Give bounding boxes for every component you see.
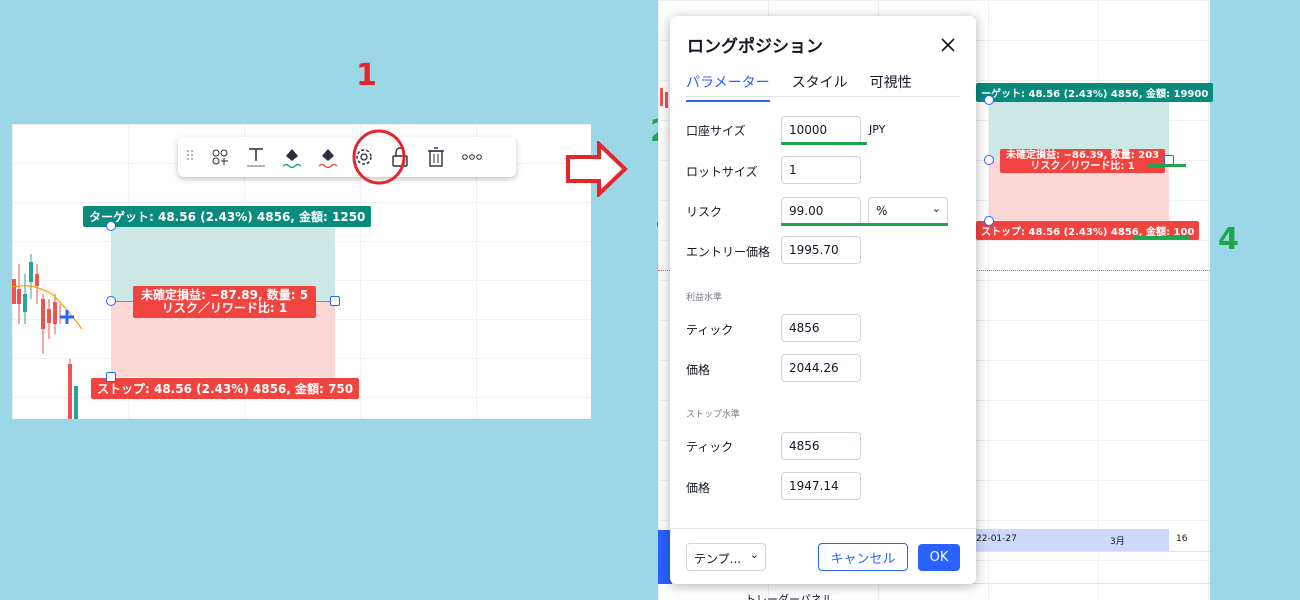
axis-day-label: 16 xyxy=(1176,534,1188,544)
profit-level-heading: 利益水準 xyxy=(686,293,723,303)
annotation-underline-4 xyxy=(1133,236,1189,239)
annotation-underline-2 xyxy=(781,142,867,145)
target-handle[interactable] xyxy=(106,221,116,231)
profit-price-input[interactable]: 2044.26 xyxy=(781,354,861,382)
account-size-label: 口座サイズ xyxy=(686,124,746,138)
tab-visibility[interactable]: 可視性 xyxy=(870,72,912,102)
annotation-underline-5 xyxy=(1148,164,1186,167)
rr-text: リスク／リワード比: 1 xyxy=(161,301,288,315)
right-stop-handle[interactable] xyxy=(984,216,994,226)
template-dropdown-label: テンプ... xyxy=(694,552,742,566)
entry-price-label: エントリー価格 xyxy=(686,245,771,259)
tabs-divider xyxy=(686,96,960,97)
more-icon[interactable] xyxy=(454,137,490,177)
line-color-icon[interactable] xyxy=(310,137,346,177)
text-icon[interactable] xyxy=(238,137,274,177)
stop-tick-input[interactable]: 4856 xyxy=(781,432,861,460)
cancel-button[interactable]: キャンセル xyxy=(818,543,908,571)
settings-dialog: ロングポジション パラメーター スタイル 可視性 口座サイズ 10000 JPY… xyxy=(670,16,976,584)
pnl-label[interactable]: 未確定損益: −87.89, 数量: 5 リスク／リワード比: 1 xyxy=(133,286,317,318)
highlight-circle xyxy=(352,129,406,185)
right-rr-text: リスク／リワード比: 1 xyxy=(1030,161,1135,172)
ok-button[interactable]: OK xyxy=(918,544,960,571)
right-pnl-text: 未確定損益: −86.39, 数量: 203 xyxy=(1006,150,1160,161)
entry-right-handle[interactable] xyxy=(330,296,340,306)
close-icon[interactable] xyxy=(940,34,956,58)
dialog-tabs: パラメーター スタイル 可視性 xyxy=(686,72,912,102)
stop-level-heading: ストップ水準 xyxy=(686,410,741,420)
right-arrow-icon xyxy=(566,141,628,197)
tab-parameters[interactable]: パラメーター xyxy=(686,72,770,102)
risk-unit-value: % xyxy=(876,204,888,218)
dialog-title: ロングポジション xyxy=(687,37,823,57)
chevron-down-icon: ⌄ xyxy=(931,202,941,215)
profit-tick-label: ティック xyxy=(686,323,734,337)
profit-tick-input[interactable]: 4856 xyxy=(781,314,861,342)
axis-month-label: 3月 xyxy=(1110,537,1125,547)
risk-unit-select[interactable]: % ⌄ xyxy=(868,197,948,225)
chevron-down-icon: ⌄ xyxy=(749,548,759,561)
right-target-label[interactable]: ーゲット: 48.56 (2.43%) 4856, 金額: 19900 xyxy=(976,83,1214,102)
currency-label: JPY xyxy=(869,123,886,136)
stop-price-input[interactable]: 1947.14 xyxy=(781,472,861,500)
trader-panel-tab[interactable]: トレーダーパネル xyxy=(745,591,833,600)
object-tree-icon[interactable] xyxy=(202,137,238,177)
fill-color-icon[interactable] xyxy=(274,137,310,177)
annotation-4: 4 xyxy=(1218,222,1239,257)
axis-date-label: 22-01-27 xyxy=(976,534,1017,544)
stop-label[interactable]: ストップ: 48.56 (2.43%) 4856, 金額: 750 xyxy=(91,378,360,399)
footer-divider xyxy=(670,528,976,529)
drawing-toolbar: ⠿ xyxy=(178,137,516,177)
right-entry-left-handle[interactable] xyxy=(984,155,994,165)
account-size-input[interactable]: 10000 xyxy=(781,116,861,144)
profit-price-label: 価格 xyxy=(686,363,711,377)
tab-style[interactable]: スタイル xyxy=(792,72,848,102)
candles xyxy=(12,254,83,419)
entry-price-input[interactable]: 1995.70 xyxy=(781,236,861,264)
candle xyxy=(660,88,663,106)
lot-size-label: ロットサイズ xyxy=(686,165,758,179)
template-dropdown[interactable]: テンプ... ⌄ xyxy=(686,543,766,571)
right-pnl-label[interactable]: 未確定損益: −86.39, 数量: 203 リスク／リワード比: 1 xyxy=(1000,149,1166,173)
annotation-1: 1 xyxy=(356,58,377,93)
entry-left-handle[interactable] xyxy=(106,296,116,306)
target-label[interactable]: ターゲット: 48.56 (2.43%) 4856, 金額: 1250 xyxy=(83,206,372,227)
trash-icon[interactable] xyxy=(418,137,454,177)
risk-input[interactable]: 99.00 xyxy=(781,197,861,225)
stop-tick-label: ティック xyxy=(686,440,734,454)
drag-handle-icon[interactable]: ⠿ xyxy=(178,137,202,177)
risk-label: リスク xyxy=(686,205,723,219)
annotation-underline-3 xyxy=(781,223,948,226)
stop-price-label: 価格 xyxy=(686,481,711,495)
candle xyxy=(665,92,668,108)
lot-size-input[interactable]: 1 xyxy=(781,156,861,184)
stop-handle[interactable] xyxy=(106,372,116,382)
right-target-handle[interactable] xyxy=(984,95,994,105)
